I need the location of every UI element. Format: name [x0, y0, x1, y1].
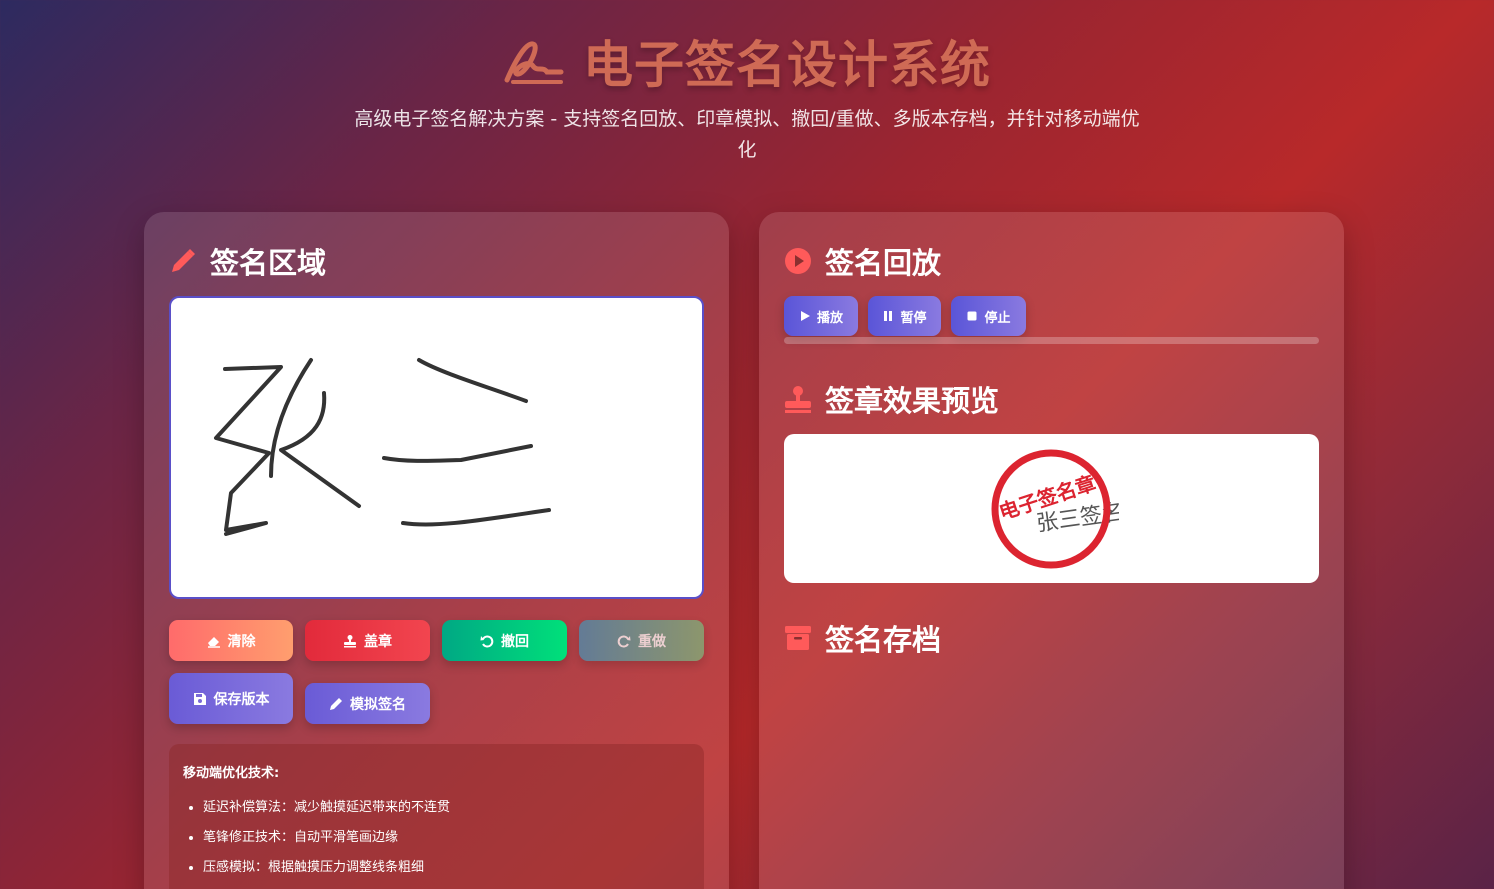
signature-strokes: [214, 358, 551, 536]
pause-icon: [884, 311, 893, 321]
eraser-icon: [207, 636, 220, 648]
clear-label: 清除: [227, 632, 256, 649]
stamp-preview-header: 签章效果预览: [783, 378, 999, 420]
undo-icon: [480, 635, 494, 647]
play-label: 播放: [816, 310, 843, 326]
floppy-disk-icon: [193, 692, 206, 705]
playback-title: 签名回放: [825, 246, 942, 280]
mobile-optimization-tips: 移动端优化技术: 延迟补偿算法：减少触摸延迟带来的不连贯 笔锋修正技术：自动平滑…: [169, 744, 704, 889]
seal-stamp: 张三签名 电子签名章: [991, 449, 1119, 569]
page-subtitle: 高级电子签名解决方案 - 支持签名回放、印章模拟、撤回/重做、多版本存档，并针对…: [354, 108, 1140, 161]
pause-label: 暂停: [900, 310, 927, 326]
redo-label: 重做: [638, 632, 666, 649]
title-row: 电子签名设计系统: [0, 28, 1494, 94]
pencil-icon: [172, 249, 195, 272]
tips-title: 移动端优化技术:: [183, 766, 280, 781]
list-item: 压感模拟：根据触摸压力调整线条粗细: [203, 853, 690, 883]
list-item: 延迟补偿算法：减少触摸延迟带来的不连贯: [203, 793, 690, 823]
save-version-label: 保存版本: [213, 690, 270, 707]
stop-label: 停止: [984, 310, 1011, 326]
pen-icon: [330, 697, 342, 710]
playback-progress-bar[interactable]: [784, 337, 1319, 344]
signature-canvas[interactable]: [169, 296, 704, 599]
signature-panel-header: 签名区域: [168, 240, 326, 282]
playback-header: 签名回放: [783, 240, 941, 282]
stop-button[interactable]: 停止: [951, 296, 1026, 336]
stamp-label: 盖章: [364, 632, 392, 649]
signature-panel-title: 签名区域: [210, 246, 327, 280]
list-item: 笔锋修正技术：自动平滑笔画边缘: [203, 823, 690, 853]
stamp-icon: [785, 386, 811, 413]
stamp-icon: [344, 634, 356, 647]
play-button[interactable]: 播放: [784, 296, 858, 336]
undo-label: 撤回: [501, 632, 529, 649]
stamp-button[interactable]: 盖章: [305, 620, 430, 661]
archive-box-icon: [785, 626, 811, 650]
stop-icon: [967, 311, 977, 321]
signature-icon: [504, 41, 564, 84]
save-version-button[interactable]: 保存版本: [169, 673, 293, 724]
simulate-signature-label: 模拟签名: [350, 695, 406, 712]
play-circle-icon: [785, 248, 811, 274]
stamp-preview-area: 张三签名 电子签名章: [784, 434, 1319, 583]
simulate-signature-button[interactable]: 模拟签名: [305, 683, 430, 724]
redo-button[interactable]: 重做: [579, 620, 704, 661]
signature-panel: 签名区域 清除 盖章 撤回 重做 保存版本 模拟签名 移动端优化技术: • 延迟…: [144, 212, 729, 889]
stamp-preview-title: 签章效果预览: [825, 384, 1000, 418]
archive-title: 签名存档: [825, 623, 942, 657]
playback-panel: 签名回放 播放 暂停 停止 签章效果预览 张三签名 电子签名章 签名存档: [759, 212, 1344, 889]
archive-header: 签名存档: [783, 617, 941, 659]
page-title: 电子签名设计系统: [583, 36, 991, 94]
tips-list: 延迟补偿算法：减少触摸延迟带来的不连贯 笔锋修正技术：自动平滑笔画边缘 压感模拟…: [183, 793, 690, 883]
page-header: 电子签名设计系统 高级电子签名解决方案 - 支持签名回放、印章模拟、撤回/重做、…: [0, 28, 1494, 166]
pause-button[interactable]: 暂停: [868, 296, 941, 336]
redo-icon: [617, 635, 631, 647]
undo-button[interactable]: 撤回: [442, 620, 567, 661]
play-icon: [800, 311, 810, 321]
clear-button[interactable]: 清除: [169, 620, 293, 661]
